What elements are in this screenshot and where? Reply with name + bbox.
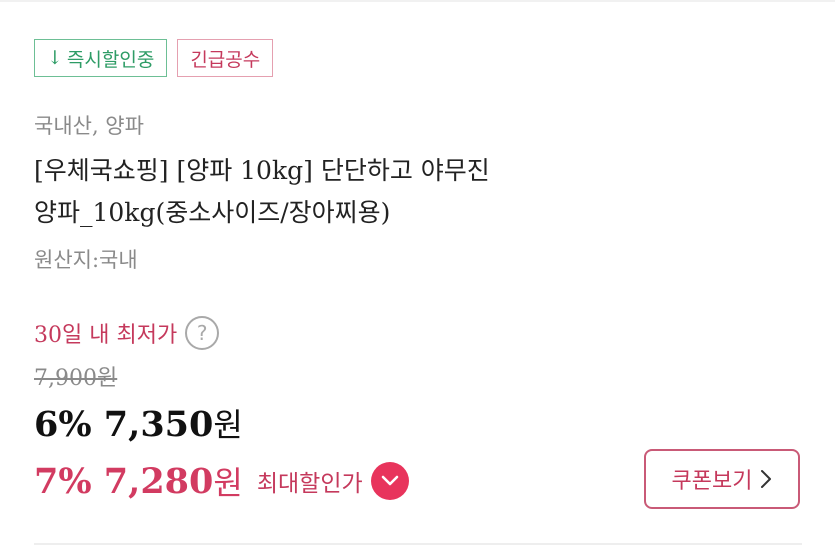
question-circle-icon[interactable]: ? xyxy=(185,316,220,350)
coupon-view-label: 쿠폰보기 xyxy=(671,469,753,494)
lowest-price-30d: 30일 내 최저가 ? xyxy=(34,316,220,350)
coupon-view-button[interactable]: 쿠폰보기 xyxy=(644,449,800,509)
sale-price: 6% 7,350 xyxy=(34,404,214,445)
product-title: [우체국쇼핑] [양파 10kg] 단단하고 야무진 양파_10kg(중소사이즈… xyxy=(34,150,734,234)
max-discount-label: 최대할인가 xyxy=(256,471,363,497)
product-category: 국내산, 양파 xyxy=(34,114,144,138)
product-title-line-1: [우체국쇼핑] [양파 10kg] 단단하고 야무진 xyxy=(34,156,490,185)
down-arrow-icon: ↓ xyxy=(47,47,63,69)
urgent-supply-label: 긴급공수 xyxy=(190,48,261,71)
sale-price-unit: 원 xyxy=(213,406,243,444)
instant-discount-badge: ↓ 즉시할인중 xyxy=(34,39,168,77)
chevron-down-icon[interactable] xyxy=(370,462,409,500)
badge-group: ↓ 즉시할인중 긴급공수 xyxy=(34,39,274,77)
instant-discount-label: 즉시할인중 xyxy=(66,48,155,71)
chevron-right-icon xyxy=(760,469,772,489)
max-discount-row: 7% 7,280 원 최대할인가 xyxy=(34,458,409,504)
product-origin: 원산지:국내 xyxy=(34,248,138,272)
product-title-line-2: 양파_10kg(중소사이즈/장아찌용) xyxy=(34,198,391,227)
max-discount-unit: 원 xyxy=(213,464,243,502)
lowest-price-label: 30일 내 최저가 xyxy=(34,323,178,348)
sale-price-row: 6% 7,350원 xyxy=(34,400,243,446)
original-price: 7,900원 xyxy=(34,366,118,391)
urgent-supply-badge: 긴급공수 xyxy=(177,39,274,77)
bottom-divider xyxy=(34,543,802,545)
top-divider xyxy=(0,0,835,2)
max-discount-price: 7% 7,280 xyxy=(34,460,214,502)
